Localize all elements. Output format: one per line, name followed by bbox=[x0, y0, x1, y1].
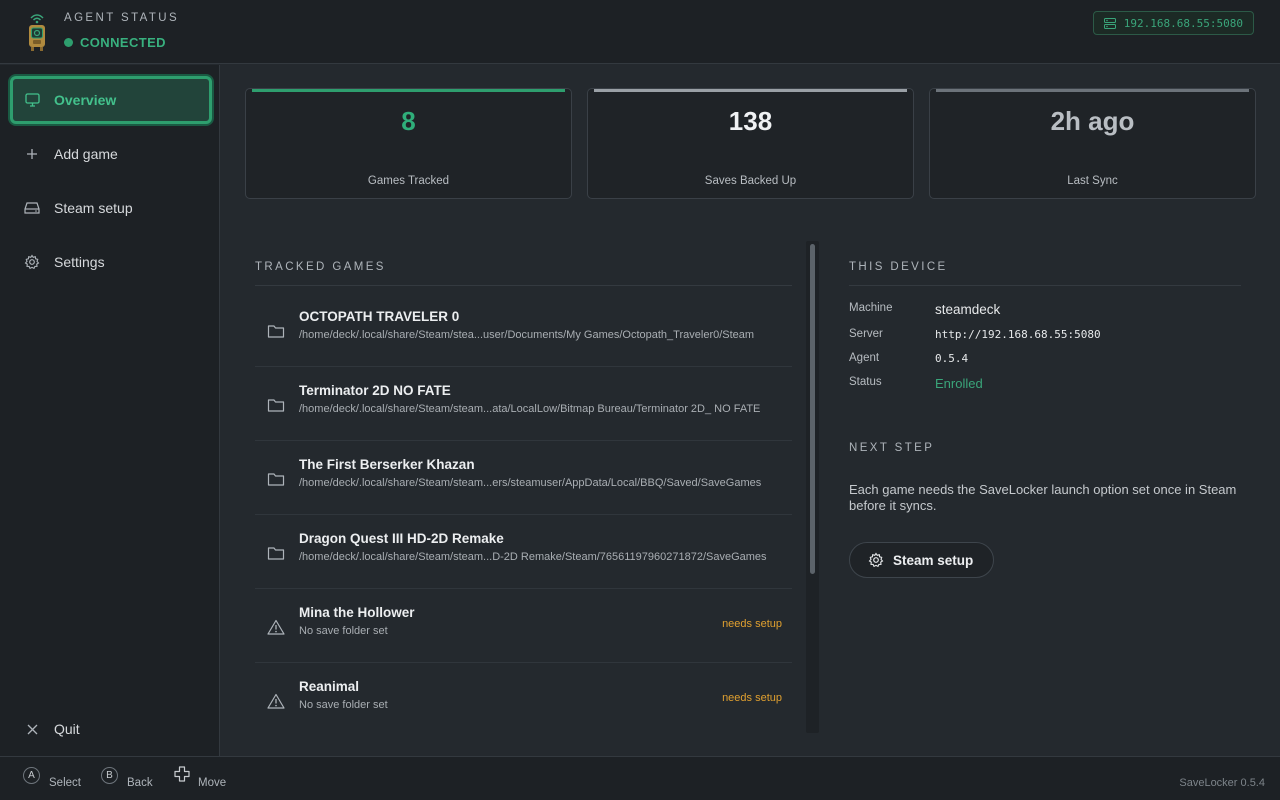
sidebar-item-add-game[interactable]: Add game bbox=[10, 130, 212, 178]
server-icon bbox=[1103, 17, 1116, 29]
game-row[interactable]: Reanimal No save folder set needs setup bbox=[255, 665, 792, 737]
status-dot-icon bbox=[64, 38, 73, 47]
needs-setup-badge: needs setup bbox=[722, 692, 782, 704]
games-scrollbar[interactable] bbox=[806, 241, 819, 733]
app-version: SaveLocker 0.5.4 bbox=[1179, 777, 1265, 789]
device-key-machine: Machine bbox=[849, 302, 893, 314]
divider bbox=[849, 285, 1241, 286]
header-bar: AGENT STATUS CONNECTED 192.168.68.55:508… bbox=[0, 0, 1280, 64]
a-button-icon: A bbox=[23, 767, 40, 784]
scrollbar-thumb[interactable] bbox=[810, 244, 815, 574]
dpad-icon bbox=[174, 766, 190, 782]
game-name: Mina the Hollower bbox=[299, 605, 415, 620]
steam-setup-button-label: Steam setup bbox=[893, 552, 974, 568]
device-value-server: http://192.168.68.55:5080 bbox=[935, 328, 1101, 341]
sidebar: Overview Add game Steam setup Settings Q… bbox=[0, 65, 220, 756]
close-icon bbox=[24, 721, 40, 737]
b-button-icon: B bbox=[101, 767, 118, 784]
game-save-path: No save folder set bbox=[299, 699, 388, 711]
game-name: Dragon Quest III HD-2D Remake bbox=[299, 531, 504, 546]
sidebar-item-label: Steam setup bbox=[54, 200, 133, 216]
sidebar-item-settings[interactable]: Settings bbox=[10, 238, 212, 286]
stat-card-saves-backed-up: 138 Saves Backed Up bbox=[587, 88, 914, 199]
sidebar-item-overview[interactable]: Overview bbox=[10, 76, 212, 124]
next-step-text: Each game needs the SaveLocker launch op… bbox=[849, 482, 1237, 513]
hint-select-label: Select bbox=[49, 777, 81, 789]
game-name: OCTOPATH TRAVELER 0 bbox=[299, 309, 460, 324]
card-accent-bar bbox=[252, 89, 565, 92]
divider bbox=[255, 285, 792, 286]
hint-move-label: Move bbox=[198, 777, 227, 789]
server-address-badge: 192.168.68.55:5080 bbox=[1092, 11, 1254, 35]
stat-value: 2h ago bbox=[1050, 106, 1135, 136]
footer-hint-bar: A Select B Back Move SaveLocker 0.5.4 bbox=[0, 756, 1280, 800]
game-name: Reanimal bbox=[299, 679, 360, 694]
game-row[interactable]: Mina the Hollower No save folder set nee… bbox=[255, 591, 792, 663]
folder-icon bbox=[267, 399, 285, 412]
game-name: Terminator 2D NO FATE bbox=[299, 383, 451, 398]
device-key-status: Status bbox=[849, 376, 882, 388]
game-save-path: /home/deck/.local/share/Steam/steam...er… bbox=[299, 477, 762, 489]
drive-icon bbox=[24, 200, 40, 216]
quit-label: Quit bbox=[54, 721, 80, 737]
game-row[interactable]: Dragon Quest III HD-2D Remake /home/deck… bbox=[255, 517, 792, 589]
game-row[interactable]: OCTOPATH TRAVELER 0 /home/deck/.local/sh… bbox=[255, 295, 792, 367]
card-accent-bar bbox=[594, 89, 907, 92]
warning-icon bbox=[267, 693, 285, 709]
sidebar-item-label: Add game bbox=[54, 146, 118, 162]
stat-value: 8 bbox=[401, 106, 416, 136]
game-save-path: /home/deck/.local/share/Steam/stea...use… bbox=[299, 329, 755, 341]
sidebar-item-label: Settings bbox=[54, 254, 105, 270]
gear-icon bbox=[868, 552, 884, 568]
robot-logo-icon bbox=[29, 14, 45, 51]
warning-icon bbox=[267, 619, 285, 635]
stat-label: Games Tracked bbox=[367, 175, 450, 187]
next-step-title: NEXT STEP bbox=[849, 442, 935, 454]
hint-back-label: Back bbox=[127, 777, 153, 789]
device-value-agent: 0.5.4 bbox=[935, 352, 969, 365]
game-row[interactable]: Terminator 2D NO FATE /home/deck/.local/… bbox=[255, 369, 792, 441]
card-accent-bar bbox=[936, 89, 1249, 92]
stat-value: 138 bbox=[728, 106, 773, 136]
stat-card-games-tracked: 8 Games Tracked bbox=[245, 88, 572, 199]
monitor-icon bbox=[24, 92, 40, 108]
device-value-status: Enrolled bbox=[935, 376, 983, 391]
device-key-agent: Agent bbox=[849, 352, 880, 364]
this-device-title: THIS DEVICE bbox=[849, 261, 948, 273]
folder-icon bbox=[267, 547, 285, 560]
game-row[interactable]: The First Berserker Khazan /home/deck/.l… bbox=[255, 443, 792, 515]
sidebar-item-steam-setup[interactable]: Steam setup bbox=[10, 184, 212, 232]
agent-status-title: AGENT STATUS bbox=[64, 12, 180, 24]
server-address-text: 192.168.68.55:5080 bbox=[1123, 16, 1243, 30]
folder-icon bbox=[267, 473, 285, 486]
stat-label: Last Sync bbox=[1067, 175, 1118, 187]
game-save-path: /home/deck/.local/share/Steam/steam...D-… bbox=[299, 551, 767, 563]
device-value-machine: steamdeck bbox=[935, 302, 1001, 317]
device-key-server: Server bbox=[849, 328, 883, 340]
game-save-path: /home/deck/.local/share/Steam/steam...at… bbox=[299, 403, 761, 415]
folder-icon bbox=[267, 325, 285, 338]
sidebar-item-label: Overview bbox=[54, 92, 117, 108]
connection-status: CONNECTED bbox=[64, 35, 166, 50]
quit-button[interactable]: Quit bbox=[10, 705, 212, 753]
steam-setup-button[interactable]: Steam setup bbox=[849, 542, 994, 578]
tracked-games-title: TRACKED GAMES bbox=[255, 261, 386, 273]
connection-status-label: CONNECTED bbox=[80, 35, 166, 50]
needs-setup-badge: needs setup bbox=[722, 618, 782, 630]
stat-card-last-sync: 2h ago Last Sync bbox=[929, 88, 1256, 199]
game-save-path: No save folder set bbox=[299, 625, 388, 637]
stat-label: Saves Backed Up bbox=[704, 175, 797, 187]
game-name: The First Berserker Khazan bbox=[299, 457, 475, 472]
plus-icon bbox=[24, 146, 40, 162]
gear-icon bbox=[24, 254, 40, 270]
